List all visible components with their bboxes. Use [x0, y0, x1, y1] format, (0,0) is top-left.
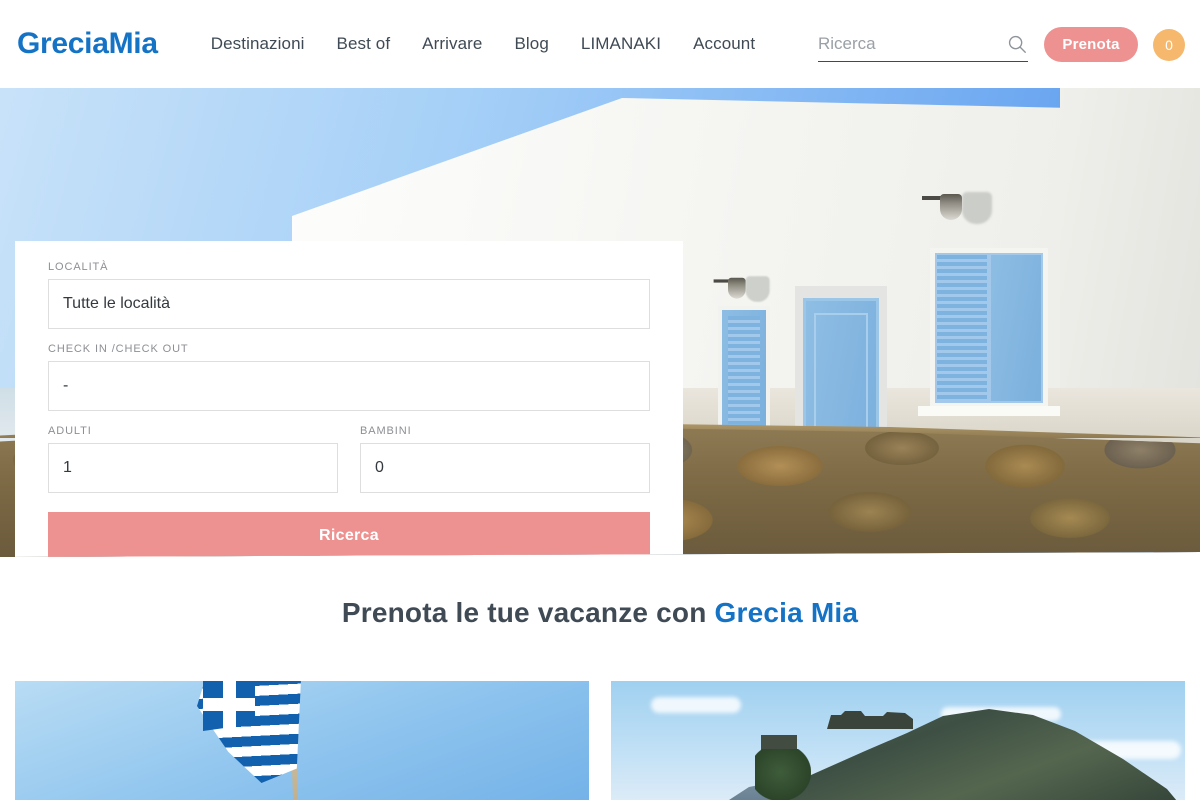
- fortress-wall: [827, 711, 913, 729]
- children-label: BAMBINI: [360, 425, 412, 437]
- blue-window-left: [718, 306, 770, 434]
- window-sill: [918, 406, 1060, 416]
- blue-window-right: [930, 248, 1048, 408]
- adults-group: ADULTI 1: [48, 425, 338, 507]
- locality-label: LOCALITÀ: [48, 261, 109, 273]
- dates-picker[interactable]: -: [48, 361, 650, 411]
- search-submit-button[interactable]: Ricerca: [48, 512, 650, 557]
- nav-item-destinazioni[interactable]: Destinazioni: [195, 28, 321, 60]
- heading-prefix: Prenota le tue vacanze con: [341, 597, 715, 628]
- children-group: BAMBINI 0: [360, 425, 650, 507]
- greek-flag-card[interactable]: [15, 681, 589, 800]
- site-logo[interactable]: GreciaMia: [17, 27, 158, 61]
- search-input[interactable]: [818, 33, 988, 58]
- heading-accent: Grecia Mia: [714, 597, 859, 628]
- feature-cards: [15, 681, 1185, 800]
- header-search: [818, 30, 1028, 62]
- nav-item-account[interactable]: Account: [677, 28, 771, 60]
- book-button[interactable]: Prenota: [1044, 27, 1138, 62]
- nav-item-limanaki[interactable]: LIMANAKI: [565, 28, 677, 60]
- cloud-1: [651, 697, 741, 713]
- shutter-left: [935, 253, 989, 403]
- cart-count-badge[interactable]: 0: [1153, 29, 1185, 61]
- hero-banner: LOCALITÀ Tutte le località CHECK IN /CHE…: [0, 88, 1200, 557]
- site-header: GreciaMia Destinazioni Best of Arrivare …: [0, 0, 1200, 88]
- search-icon[interactable]: [1006, 33, 1028, 55]
- locality-select[interactable]: Tutte le località: [48, 279, 650, 329]
- dates-label: CHECK IN /CHECK OUT: [48, 343, 189, 355]
- nav-item-blog[interactable]: Blog: [498, 28, 564, 60]
- page-title: Prenota le tue vacanze con Grecia Mia: [0, 597, 1200, 629]
- adults-input[interactable]: 1: [48, 443, 338, 493]
- nav-item-best-of[interactable]: Best of: [321, 28, 407, 60]
- tree: [755, 749, 811, 800]
- children-input[interactable]: 0: [360, 443, 650, 493]
- guests-row: ADULTI 1 BAMBINI 0: [48, 425, 650, 507]
- fortress-card[interactable]: [611, 681, 1185, 800]
- adults-label: ADULTI: [48, 425, 92, 437]
- shutter-right: [989, 253, 1043, 403]
- nav-item-arrivare[interactable]: Arrivare: [406, 28, 498, 60]
- booking-search-panel: LOCALITÀ Tutte le località CHECK IN /CHE…: [15, 241, 683, 557]
- main-navigation: Destinazioni Best of Arrivare Blog LIMAN…: [195, 28, 771, 60]
- flag-cross-horizontal: [203, 698, 255, 711]
